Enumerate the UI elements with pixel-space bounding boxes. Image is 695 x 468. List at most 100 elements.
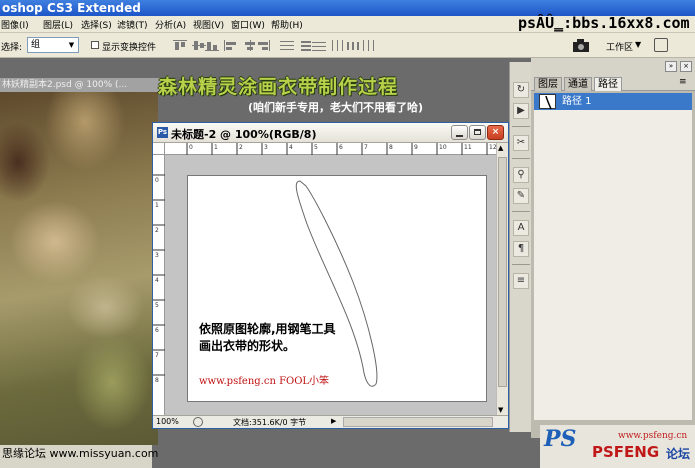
distribute-vcenter-icon[interactable] <box>299 40 313 51</box>
auto-select-value: 组 <box>31 40 41 50</box>
ruler-tick-label: 4 <box>289 144 293 151</box>
scroll-up-icon[interactable]: ▲ <box>498 144 503 152</box>
status-menu-arrow-icon[interactable]: ▶ <box>331 417 336 425</box>
photo-canvas <box>0 92 158 445</box>
panel-close-icon[interactable]: × <box>680 61 692 72</box>
ruler-tick-label: 6 <box>155 327 159 334</box>
chevron-down-icon: ▼ <box>68 41 75 49</box>
ruler-tick-label: 3 <box>155 252 159 259</box>
horizontal-scrollbar[interactable] <box>343 417 493 427</box>
status-info-icon[interactable] <box>193 417 203 427</box>
path-thumbnail <box>539 94 556 110</box>
ruler-tick-label: 3 <box>264 144 268 151</box>
clone-source-icon[interactable]: ⚲ <box>513 167 529 183</box>
show-transform-checkbox[interactable] <box>91 41 99 49</box>
menu-layer[interactable]: 图层(L) <box>43 18 73 31</box>
zoom-level[interactable]: 100% <box>156 417 179 426</box>
close-button[interactable]: × <box>487 125 504 140</box>
distribute-top-icon[interactable] <box>280 40 294 51</box>
history-brush-icon[interactable]: ↻ <box>513 82 529 98</box>
panel-dock-header: » × <box>531 58 695 76</box>
scrollbar-thumb[interactable] <box>498 157 507 387</box>
pen-path-shape <box>295 180 378 387</box>
workspace-menu-label[interactable]: 工作区 <box>606 40 633 53</box>
brand-name: PSFENG <box>592 443 660 461</box>
distribute-left-icon[interactable] <box>331 40 345 51</box>
align-left-icon[interactable] <box>224 40 238 51</box>
paragraph-icon[interactable]: ¶ <box>513 241 529 257</box>
forum-watermark: 思缘论坛 www.missyuan.com <box>2 447 159 460</box>
document-titlebar[interactable]: Ps 未标题-2 @ 100%(RGB/8) × <box>153 123 508 143</box>
align-top-icon[interactable] <box>173 40 187 51</box>
panel-toggle-icon[interactable] <box>654 38 668 52</box>
panel-menu-icon[interactable]: ≡ <box>679 77 687 87</box>
path-item-label: 路径 1 <box>562 96 592 107</box>
align-right-icon[interactable] <box>256 40 270 51</box>
photo-document-titlebar[interactable]: 林妖精副本2.psd @ 100% (... <box>0 78 162 92</box>
maximize-button[interactable] <box>469 125 486 140</box>
photo-document-title: 林妖精副本2.psd @ 100% (... <box>2 80 128 90</box>
vertical-scrollbar[interactable]: ▲ ▼ <box>496 143 508 415</box>
tutorial-title: 森林精灵涂画衣带制作过程 <box>158 76 399 98</box>
tab-paths[interactable]: 路径 <box>594 77 622 91</box>
ruler-tick-label: 4 <box>155 277 159 284</box>
menu-filter[interactable]: 滤镜(T) <box>117 18 148 31</box>
distribute-hcenter-icon[interactable] <box>346 40 360 51</box>
brand-forum-text: 论坛 <box>666 447 691 461</box>
menu-image[interactable]: 图像(I) <box>1 18 29 31</box>
ruler-tick-label: 11 <box>464 144 472 151</box>
panel-collapse-icon[interactable]: » <box>665 61 677 72</box>
minimize-button[interactable] <box>451 125 468 140</box>
document-canvas[interactable]: 依照原图轮廓,用钢笔工具 画出衣带的形状。 www.psfeng.cn FOOL… <box>187 175 487 402</box>
panel-dock: » × 图层 通道 路径 ≡ 路径 1 <box>531 58 695 438</box>
ruler-tick-label: 7 <box>155 352 159 359</box>
menu-help[interactable]: 帮助(H) <box>271 18 303 31</box>
instruction-text-line2: 画出衣带的形状。 <box>199 339 296 353</box>
tab-layers[interactable]: 图层 <box>534 77 562 91</box>
scroll-down-icon[interactable]: ▼ <box>498 406 503 414</box>
menu-view[interactable]: 视图(V) <box>193 18 224 31</box>
canvas-pasteboard: 依照原图轮廓,用钢笔工具 画出衣带的形状。 www.psfeng.cn FOOL… <box>165 155 496 415</box>
action-play-icon[interactable]: ▶ <box>513 103 529 119</box>
distribute-right-icon[interactable] <box>361 40 375 51</box>
app-title: oshop CS3 Extended <box>2 1 141 15</box>
panel-icon-strip: ↻ ▶ ✂ ⚲ ✎ A ¶ ≡ <box>509 62 531 432</box>
workspace-chevron-down-icon[interactable]: ▼ <box>635 40 641 49</box>
workspace-camera-icon[interactable] <box>572 37 590 53</box>
menu-window[interactable]: 窗口(W) <box>231 18 265 31</box>
footer-brand-logo: PS www.psfeng.cn PSFENG 论坛 <box>540 425 695 468</box>
ruler-tick-label: 7 <box>364 144 368 151</box>
select-label: 选择: <box>1 43 23 53</box>
character-icon[interactable]: A <box>513 220 529 236</box>
align-hcenter-icon[interactable] <box>243 40 257 51</box>
ruler-tick-label: 0 <box>155 177 159 184</box>
ruler-tick-label: 1 <box>155 202 159 209</box>
align-bottom-icon[interactable] <box>205 40 219 51</box>
options-bar: 选择: 组 ▼ 显示变换控件 工作区 ▼ <box>0 33 695 58</box>
site-watermark-text: psÂÛ̳:bbs.16xx8.com <box>518 14 690 32</box>
auto-select-dropdown[interactable]: 组 ▼ <box>27 37 79 53</box>
horizontal-ruler[interactable]: 0 1 2 3 4 5 6 7 8 9 10 11 12 <box>165 143 497 155</box>
brushes-icon[interactable]: ✎ <box>513 188 529 204</box>
photoshop-doc-icon: Ps <box>157 127 168 138</box>
ruler-tick-label: 5 <box>155 302 159 309</box>
align-vcenter-icon[interactable] <box>192 40 206 51</box>
menu-analysis[interactable]: 分析(A) <box>155 18 186 31</box>
ruler-tick-label: 2 <box>155 227 159 234</box>
ruler-tick-label: 8 <box>155 377 159 384</box>
tool-presets-icon[interactable]: ✂ <box>513 135 529 151</box>
ruler-tick-label: 10 <box>439 144 447 151</box>
document-title: 未标题-2 @ 100%(RGB/8) <box>171 128 317 141</box>
paths-panel-body <box>534 110 692 420</box>
vertical-ruler[interactable]: 0 1 2 3 4 5 6 7 8 <box>153 155 165 415</box>
info-icon[interactable]: ≡ <box>513 273 529 289</box>
distribute-bottom-icon[interactable] <box>312 40 326 51</box>
ruler-tick-label: 0 <box>189 144 193 151</box>
menu-select[interactable]: 选择(S) <box>81 18 112 31</box>
path-list-item[interactable]: 路径 1 <box>534 93 692 110</box>
tab-channels[interactable]: 通道 <box>564 77 592 91</box>
tutorial-subtitle: (咱们新手专用，老大们不用看了哈) <box>248 101 424 114</box>
ruler-origin[interactable] <box>153 143 165 155</box>
ruler-tick-label: 5 <box>314 144 318 151</box>
ruler-tick-label: 1 <box>214 144 218 151</box>
